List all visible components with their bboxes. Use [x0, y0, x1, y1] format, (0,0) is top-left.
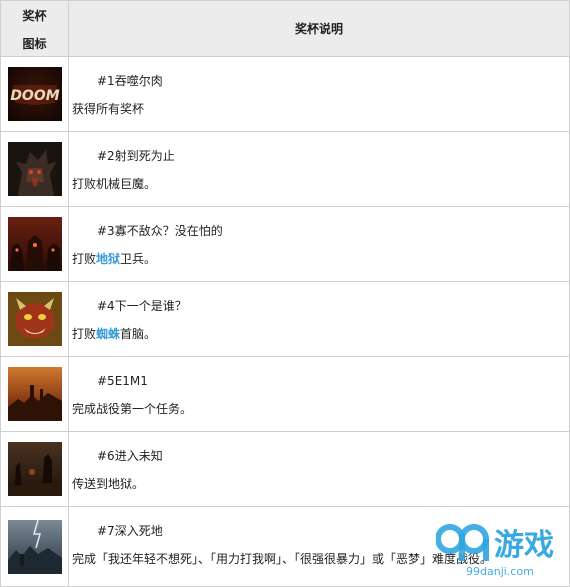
desc-text: 打败机械巨魔。: [72, 177, 157, 191]
desc-text: 打败: [72, 252, 97, 266]
spider-mastermind-icon: [7, 292, 62, 346]
trophy-desc: 完成战役第一个任务。: [72, 401, 569, 417]
doom-logo-icon: DOOM: [7, 67, 62, 121]
icon-header-line2: 图标: [22, 37, 47, 51]
hell-guards-icon: [7, 217, 62, 271]
watermark-site: 99danji.com: [466, 565, 534, 578]
table-row: DOOM #1吞噬尔肉 获得所有奖杯: [0, 56, 570, 132]
desc-text-end: 卫兵。: [120, 252, 157, 266]
icon-header-line1: 奖杯: [22, 9, 47, 23]
table-row: #3寡不敌众？没在怕的 打败地狱卫兵。: [0, 206, 570, 282]
trophy-name: #5E1M1: [97, 374, 148, 388]
desc-text: 打败: [72, 327, 97, 341]
desc-text: 传送到地狱。: [72, 477, 145, 491]
table-header-row: 奖杯 图标 奖杯说明: [0, 0, 570, 57]
table-row: #4下一个是谁？ 打败蜘蛛首脑。: [0, 281, 570, 357]
trophy-name: #1吞噬尔肉: [97, 74, 163, 88]
desc-column-header: 奖杯说明: [68, 0, 570, 57]
site-watermark: 游戏 99danji.com: [435, 513, 570, 578]
hell-landscape-icon: [7, 442, 62, 496]
mars-base-icon: [7, 367, 62, 421]
desc-text: 获得所有奖杯: [72, 102, 145, 116]
storm-ruins-icon: [7, 519, 62, 574]
desc-text: 完成「我还年轻不想死」、「用力打我啊」、「很强很暴力」或「恶梦」难度战役。: [72, 552, 493, 566]
table-row: #2射到死为止 打败机械巨魔。: [0, 131, 570, 207]
trophy-desc: 传送到地狱。: [72, 476, 569, 492]
desc-text-end: 首脑。: [120, 327, 157, 341]
mech-demon-icon: [7, 142, 62, 196]
trophy-desc: 打败机械巨魔。: [72, 176, 569, 192]
trophy-desc: 打败地狱卫兵。: [72, 251, 569, 267]
desc-highlight: 蜘蛛: [96, 327, 121, 341]
svg-text:DOOM: DOOM: [10, 88, 59, 104]
trophy-desc: 打败蜘蛛首脑。: [72, 326, 569, 342]
trophy-name: #4下一个是谁？: [97, 299, 187, 313]
trophy-name: #6进入未知: [97, 449, 163, 463]
table-row: #6进入未知 传送到地狱。: [0, 431, 570, 507]
trophy-table: 奖杯 图标 奖杯说明 DOOM #1吞噬尔肉 获得所有奖杯 #2射到死为止 打败…: [0, 0, 570, 587]
watermark-brand: 游戏: [494, 528, 554, 563]
desc-highlight: 地狱: [96, 252, 121, 266]
trophy-desc: 获得所有奖杯: [72, 101, 569, 117]
trophy-name: #2射到死为止: [97, 149, 175, 163]
icon-column-header: 奖杯 图标: [0, 0, 69, 57]
trophy-name: #3寡不敌众？没在怕的: [97, 224, 223, 238]
table-row: #5E1M1 完成战役第一个任务。: [0, 356, 570, 432]
desc-text: 完成战役第一个任务。: [72, 402, 193, 416]
